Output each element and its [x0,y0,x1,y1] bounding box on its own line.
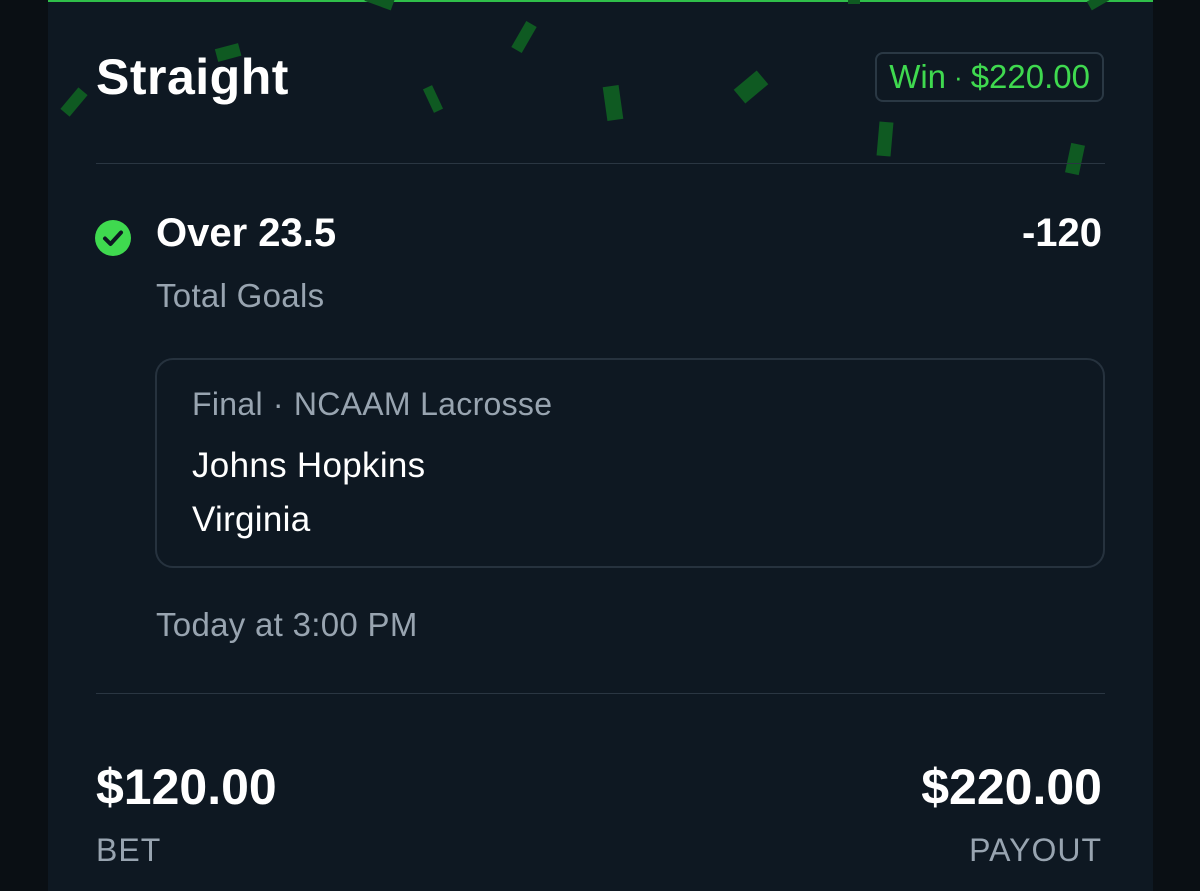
payout-amount: $220.00 [921,759,1102,815]
event-time: Today at 3:00 PM [156,606,418,643]
result-badge: Win · $220.00 [875,52,1104,102]
event-card[interactable]: Final · NCAAM Lacrosse Johns Hopkins Virgi… [155,358,1105,568]
team-2: Virginia [192,500,311,539]
bet-card[interactable]: Straight Win · $220.00 Over 23.5 -120 To… [48,0,1153,891]
result-amount: $220.00 [970,58,1090,95]
page: Straight Win · $220.00 Over 23.5 -120 To… [0,0,1200,891]
top-accent-bar [48,0,1153,2]
market-label: Total Goals [156,277,325,314]
payout-amount-label: PAYOUT [969,832,1102,868]
header-divider [96,163,1105,164]
summary-divider [96,693,1105,694]
result-label: Win [889,58,947,95]
selection-label: Over 23.5 [156,211,337,255]
team-1: Johns Hopkins [192,446,426,485]
bet-amount: $120.00 [96,759,277,815]
event-separator: · [272,386,284,422]
event-league: NCAAM Lacrosse [293,386,553,422]
event-status: Final [192,386,263,422]
bet-amount-label: BET [96,832,162,868]
result-separator: · [954,61,963,92]
bet-type-title: Straight [96,49,289,105]
check-circle-icon [95,220,131,256]
odds-value: -120 [1021,211,1102,255]
event-status-line: Final · NCAAM Lacrosse [192,386,552,423]
